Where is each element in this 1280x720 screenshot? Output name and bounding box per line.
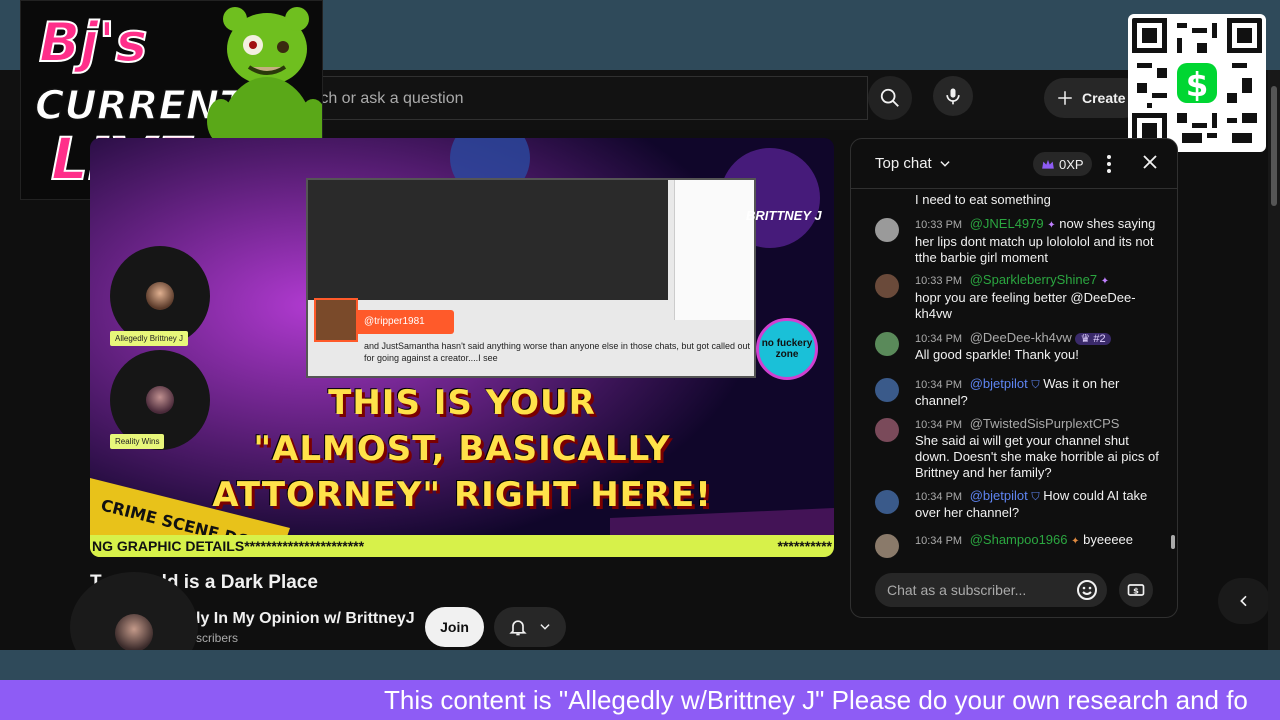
avatar — [875, 534, 899, 558]
stream-caption: THIS IS YOUR "ALMOST, BASICALLY ATTORNEY… — [90, 380, 834, 518]
logo-line-1: Bj's — [39, 11, 147, 74]
rank-badge-value: #2 — [1093, 333, 1106, 345]
ticker-left-text: NG GRAPHIC DETAILS********************** — [92, 538, 365, 554]
chat-author[interactable]: @DeeDee-kh4vw — [970, 330, 1072, 345]
member-badge-icon: ✦ — [1071, 536, 1080, 547]
chat-message-list[interactable]: I need to eat something 10:33 PM @JNEL49… — [851, 190, 1177, 560]
stream-caption-line-3: ATTORNEY" RIGHT HERE! — [212, 475, 712, 515]
verified-icon: ⛉ — [1031, 491, 1040, 503]
video-title-rest: ld is a Dark Place — [161, 572, 318, 593]
avatar — [875, 490, 899, 514]
page-scrollbar-thumb[interactable] — [1271, 86, 1277, 206]
create-label: Create — [1082, 90, 1126, 106]
brittney-brand: BRITTNEY J — [746, 208, 822, 223]
plus-icon — [1058, 91, 1072, 105]
stream-caption-line-1: THIS IS YOUR — [328, 383, 596, 423]
channel-name[interactable]: ly In My Opinion w/ BrittneyJ — [196, 610, 415, 628]
guest-avatar-1 — [146, 282, 174, 310]
chat-timestamp: 10:34 PM — [915, 535, 963, 547]
chat-message-text: She said ai will get your channel shut d… — [915, 433, 1159, 480]
notification-button[interactable] — [494, 607, 566, 647]
screen-user-avatar — [314, 298, 358, 342]
chat-header: Top chat 0XP — [851, 139, 1177, 189]
guest-label-1: Allegedly Brittney J — [110, 331, 189, 346]
chat-scrollbar[interactable] — [1170, 190, 1176, 560]
search-input[interactable]: rch or ask a question — [296, 76, 868, 120]
crown-icon — [1042, 159, 1054, 169]
disclaimer-banner: This content is "Allegedly w/Brittney J"… — [0, 680, 1280, 720]
member-badge-icon: ✦ — [1100, 276, 1110, 287]
super-chat-button[interactable]: $ — [1119, 573, 1153, 607]
chat-mode-label: Top chat — [875, 155, 932, 172]
search-icon — [880, 88, 899, 107]
chat-message-text: byeeeee — [1083, 532, 1134, 547]
more-options-icon[interactable] — [1103, 153, 1115, 175]
stream-caption-line-2: "ALMOST, BASICALLY — [253, 429, 671, 469]
chat-scrollbar-thumb[interactable] — [1171, 535, 1175, 549]
chat-message-text: All good sparkle! Thank you! — [915, 347, 1079, 362]
chat-author[interactable]: @Shampoo1966 — [970, 532, 1068, 547]
avatar — [875, 274, 899, 298]
cashapp-qr-code: $ — [1128, 14, 1266, 152]
member-badge-icon: ✦ — [1047, 220, 1056, 231]
dollar-icon: $ — [1127, 584, 1145, 596]
chat-author[interactable]: @JNEL4979 — [970, 216, 1044, 231]
screen-chat-panel — [674, 180, 754, 320]
chat-timestamp: 10:34 PM — [915, 419, 963, 431]
rank-badge: ♛ #2 — [1075, 333, 1111, 345]
webcam-face — [115, 614, 153, 652]
chat-timestamp: 10:34 PM — [915, 491, 963, 503]
close-icon — [1143, 155, 1157, 169]
chat-timestamp: 10:34 PM — [915, 333, 963, 345]
avatar — [875, 332, 899, 356]
xp-value: 0XP — [1059, 156, 1084, 172]
chat-message-text: hopr you are feeling better @DeeDee-kh4v… — [915, 290, 1136, 321]
chat-message-text: I need to eat something — [915, 192, 1051, 207]
bell-icon — [509, 620, 527, 636]
emoji-icon[interactable] — [1075, 578, 1099, 602]
video-player[interactable]: CRIME SCENE DO Allegedly Brittney J Real… — [90, 138, 834, 557]
live-chat-panel: Top chat 0XP I need to eat something 10:… — [850, 138, 1178, 618]
shared-screen: @tripper1981 and JustSamantha hasn't sai… — [306, 178, 756, 378]
chevron-left-icon — [1240, 595, 1247, 607]
disclaimer-text: This content is "Allegedly w/Brittney J"… — [384, 685, 1248, 715]
chat-timestamp: 10:33 PM — [915, 275, 963, 287]
chat-author[interactable]: @bjetpilot — [970, 376, 1028, 391]
stream-bottom-bar — [0, 650, 1280, 680]
avatar — [875, 418, 899, 442]
screen-video-area — [308, 180, 668, 300]
chat-timestamp: 10:33 PM — [915, 219, 963, 231]
chat-mode-dropdown[interactable]: Top chat — [875, 155, 952, 172]
xp-badge[interactable]: 0XP — [1033, 152, 1092, 176]
ticker-strip: NG GRAPHIC DETAILS**********************… — [90, 535, 834, 557]
subscriber-count: scribers — [196, 631, 239, 645]
chevron-down-icon — [940, 160, 950, 167]
page-scrollbar[interactable] — [1268, 70, 1280, 650]
no-fuckery-badge: no fuckery zone — [756, 318, 818, 380]
search-button[interactable] — [868, 76, 912, 120]
svg-text:$: $ — [1186, 66, 1209, 104]
chat-author[interactable]: @TwistedSisPurplextCPS — [970, 416, 1120, 431]
screen-comment-text: and JustSamantha hasn't said anything wo… — [364, 341, 750, 363]
chat-input[interactable]: Chat as a subscriber... — [875, 573, 1107, 607]
close-chat-button[interactable] — [1141, 153, 1159, 177]
chevron-down-icon — [540, 624, 550, 630]
join-button[interactable]: Join — [425, 607, 484, 647]
chat-author[interactable]: @SparkleberryShine7 — [970, 272, 1097, 287]
expand-panel-button[interactable] — [1218, 578, 1270, 624]
svg-text:$: $ — [1133, 585, 1139, 595]
microphone-icon — [946, 88, 960, 105]
avatar — [875, 378, 899, 402]
verified-icon: ⛉ — [1031, 379, 1040, 391]
voice-search-button[interactable] — [933, 76, 973, 116]
avatar — [875, 218, 899, 242]
chat-timestamp: 10:34 PM — [915, 379, 963, 391]
chat-author[interactable]: @bjetpilot — [970, 488, 1028, 503]
ticker-right-text: ********** — [777, 538, 832, 554]
